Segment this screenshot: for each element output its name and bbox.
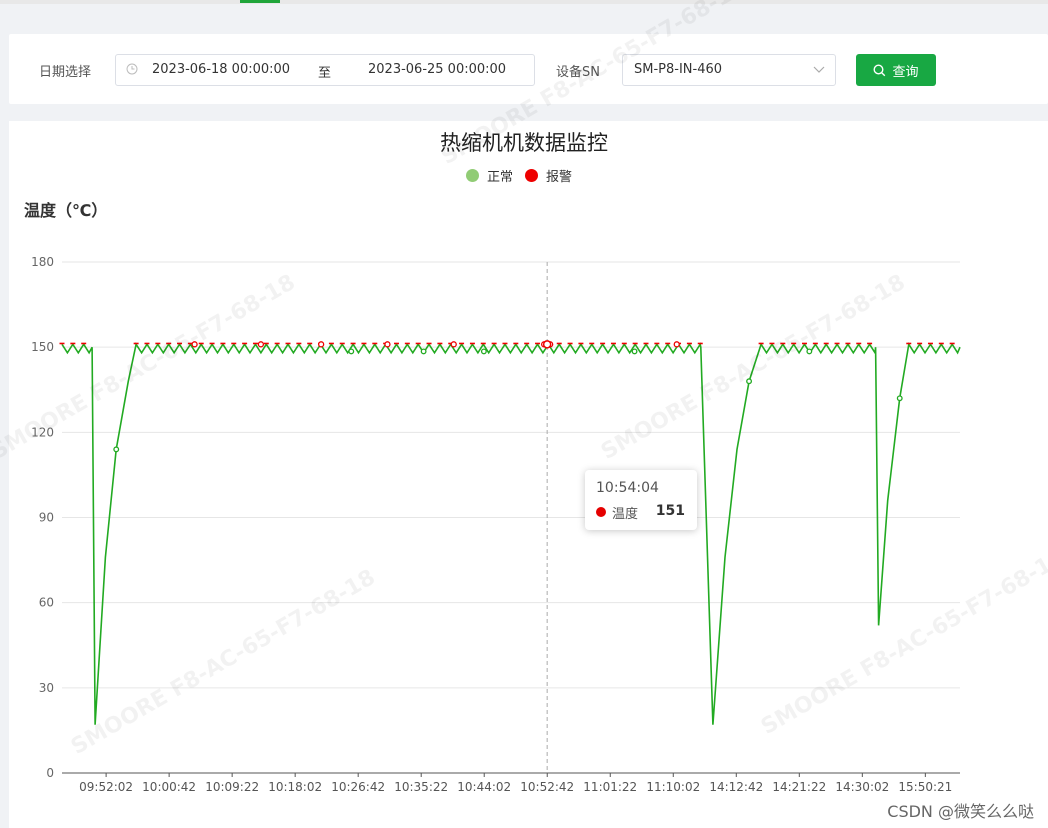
x-tick-label: 10:52:42 [520,780,574,794]
x-tick-label: 10:35:22 [394,780,448,794]
x-tick-label: 10:18:02 [268,780,322,794]
normal-point [480,348,487,355]
series-line-temperature [61,342,961,725]
alarm-point [673,341,680,348]
x-tick-label: 14:30:02 [835,780,889,794]
alarm-point [384,341,391,348]
x-tick-label: 11:01:22 [583,780,637,794]
y-tick-label: 180 [31,255,54,269]
credit-text: CSDN @微笑么么哒 [887,802,1034,821]
tooltip-time: 10:54:04 [596,480,659,496]
normal-point [348,348,355,355]
alarm-point [257,341,265,348]
x-tick-label: 14:21:22 [772,780,826,794]
normal-point [746,378,753,385]
y-tick-label: 120 [31,425,54,439]
normal-point [896,395,903,402]
tooltip-series-name: 温度 [612,507,639,522]
alarm-point [318,341,325,348]
normal-point [113,446,120,453]
x-tick-label: 10:09:22 [205,780,259,794]
y-tick-label: 30 [39,681,54,695]
normal-point [806,348,813,355]
normal-point [631,348,638,355]
x-tick-label: 10:00:42 [142,780,196,794]
normal-point [420,348,427,355]
y-tick-label: 90 [39,511,54,525]
y-tick-label: 60 [39,596,54,610]
x-tick-label: 10:26:42 [331,780,385,794]
alarm-point [191,341,198,348]
highlight-point [542,340,552,349]
y-tick-label: 150 [31,340,54,354]
x-tick-label: 14:12:42 [709,780,763,794]
tooltip-series-dot [596,507,606,517]
x-tick-label: 10:44:02 [457,780,511,794]
tooltip-value: 151 [655,503,685,519]
x-tick-label: 15:50:21 [898,780,952,794]
temperature-line-chart: 0 30 60 90 120 150 180 09:52:02 10:00:42 10:09:22… [31,255,961,794]
y-tick-label: 0 [46,766,54,780]
x-tick-label: 09:52:02 [79,780,133,794]
alarm-point [450,341,457,348]
x-tick-label: 11:10:02 [646,780,700,794]
data-tooltip: 10:54:04 温度 151 [585,470,697,530]
